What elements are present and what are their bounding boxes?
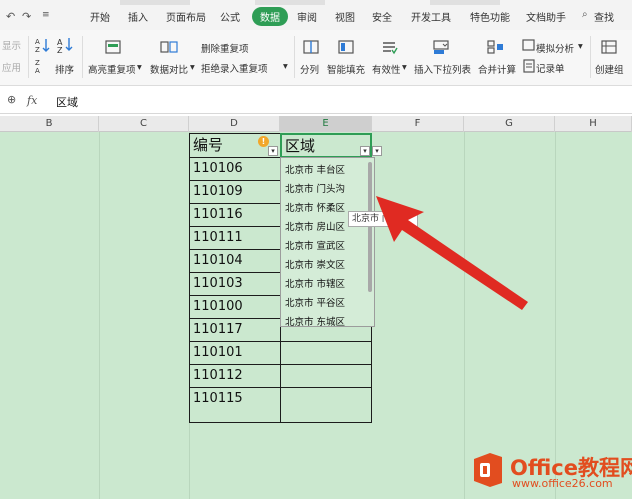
office-logo-icon xyxy=(474,453,502,487)
watermark-url: www.office26.com xyxy=(512,477,613,490)
annotation-arrow-icon xyxy=(376,196,528,310)
